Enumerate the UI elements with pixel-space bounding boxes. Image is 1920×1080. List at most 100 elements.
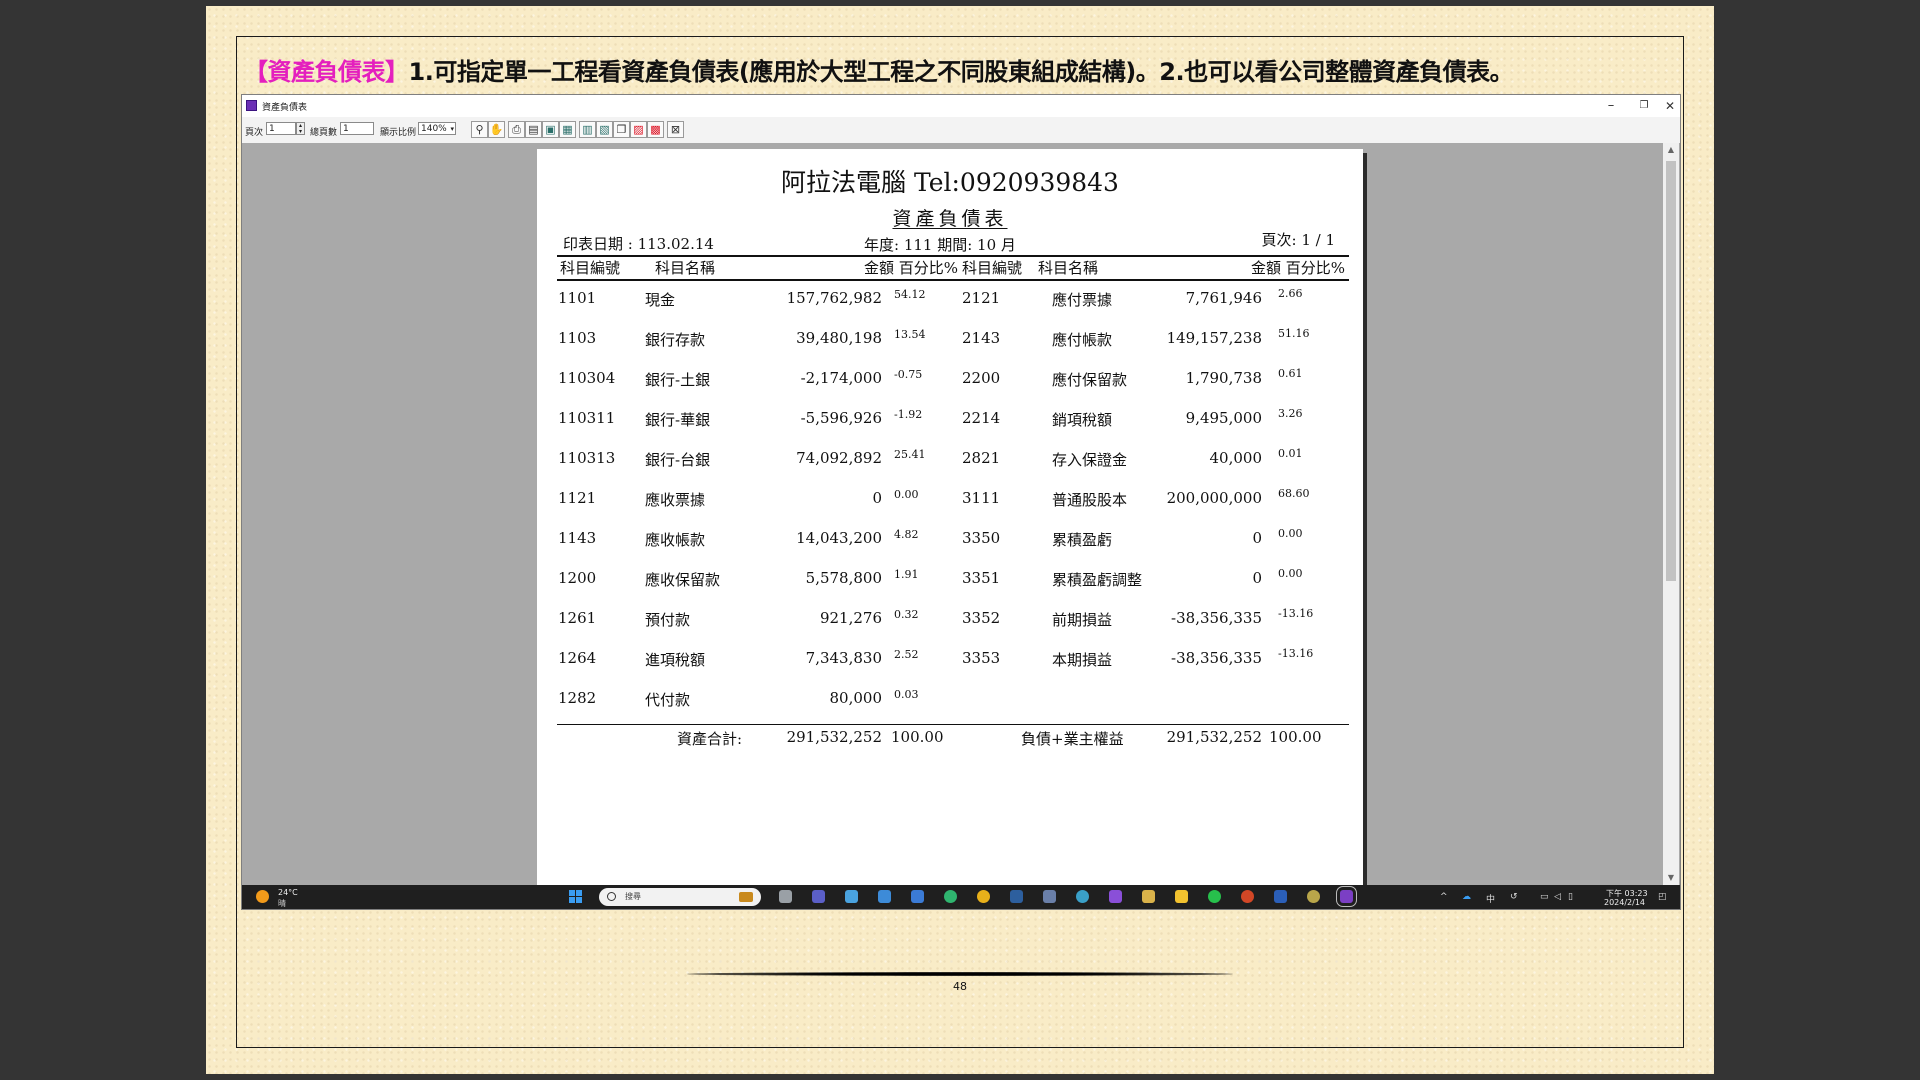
weather-temp[interactable]: 24°C	[278, 888, 298, 897]
tray-chevron-icon[interactable]: ^	[1440, 892, 1448, 902]
visual-studio-icon[interactable]	[1109, 890, 1122, 903]
header-name-left: 科目名稱	[655, 259, 716, 277]
report-page-number: 頁次: 1 / 1	[1261, 231, 1336, 249]
page-input[interactable]: 1	[266, 122, 296, 135]
liability-code: 3353	[962, 649, 1001, 667]
asset-amount: 80,000	[829, 689, 883, 707]
preview-viewport[interactable]: 阿拉法電腦 Tel:0920939843 資產負債表 印表日期 : 113.02…	[242, 143, 1663, 889]
battery-icon[interactable]: ▯	[1568, 892, 1573, 902]
preview-toolbar: 頁次 1 ▴ ▾ 總頁數 1 顯示比例 140% ▾ ⚲ ✋ ⎙ ▤ ▣ ▦ ▥ ▧…	[242, 117, 1680, 143]
taskbar-search[interactable]: 搜尋	[599, 888, 761, 906]
scroll-up-icon[interactable]: ▲	[1663, 143, 1679, 157]
line-icon[interactable]	[1208, 890, 1221, 903]
weather-condition[interactable]: 晴	[278, 898, 286, 909]
notification-icon[interactable]: ◰	[1658, 892, 1667, 902]
zoom-select[interactable]: 140% ▾	[418, 122, 456, 135]
asset-pct: 0.00	[894, 488, 919, 501]
task-view-icon[interactable]	[779, 890, 792, 903]
liability-code: 3111	[962, 489, 1001, 507]
teams-icon[interactable]	[812, 890, 825, 903]
window-title: 資產負債表	[262, 103, 308, 113]
asset-code: 1103	[558, 329, 597, 347]
liability-pct: 68.60	[1278, 487, 1310, 500]
weather-icon[interactable]	[256, 890, 269, 903]
taskbar-date[interactable]: 2024/2/14	[1604, 898, 1645, 907]
pdf-icon[interactable]: ▨	[630, 121, 647, 138]
export-excel-icon[interactable]: ▦	[559, 121, 576, 138]
tools-icon[interactable]	[1142, 890, 1155, 903]
ime-mode-icon[interactable]: ↺	[1510, 892, 1518, 902]
heading-highlight: 【資產負債表】	[244, 58, 409, 86]
asset-name: 銀行存款	[645, 331, 706, 349]
app-blue-icon[interactable]	[1010, 890, 1023, 903]
browser-icon[interactable]	[1076, 890, 1089, 903]
header-code-left: 科目編號	[560, 259, 621, 277]
liability-pct: 0.00	[1278, 567, 1303, 580]
word-icon[interactable]	[1274, 890, 1287, 903]
app-round-icon[interactable]	[1307, 890, 1320, 903]
search-placeholder: 搜尋	[625, 892, 641, 901]
edge-icon[interactable]	[944, 890, 957, 903]
report-app-icon[interactable]	[1336, 886, 1357, 907]
liability-amount: 9,495,000	[1185, 409, 1262, 427]
powerpoint-icon[interactable]	[1241, 890, 1254, 903]
liability-pct: 3.26	[1278, 407, 1303, 420]
total-pages-field: 1	[340, 122, 374, 135]
asset-name: 銀行-台銀	[645, 451, 711, 469]
page-spinner[interactable]: ▴ ▾	[296, 122, 305, 135]
ime-indicator[interactable]: 中	[1486, 892, 1495, 905]
document-icon[interactable]: ▤	[525, 121, 542, 138]
liability-amount: -38,356,335	[1171, 609, 1262, 627]
asset-amount: -2,174,000	[800, 369, 882, 387]
onedrive-icon[interactable]: ☁	[1462, 892, 1471, 902]
zoom-icon[interactable]: ⚲	[471, 121, 488, 138]
close-button[interactable]: ✕	[1660, 95, 1680, 117]
liab-total-amount: 291,532,252	[1166, 728, 1262, 746]
close-preview-icon[interactable]: ⊠	[667, 121, 684, 138]
liability-pct: 0.61	[1278, 367, 1303, 380]
asset-pct: -1.92	[894, 408, 923, 421]
liab-total-label: 負債+業主權益	[1021, 730, 1124, 748]
export-icon[interactable]: ▣	[542, 121, 559, 138]
scroll-down-icon[interactable]: ▼	[1663, 871, 1679, 885]
pdf-export-icon[interactable]: ▩	[647, 121, 664, 138]
explorer-icon[interactable]	[1175, 890, 1188, 903]
export-sheet-icon[interactable]: ▥	[579, 121, 596, 138]
chrome-icon[interactable]	[977, 890, 990, 903]
liability-name: 應付帳款	[1052, 331, 1113, 349]
vertical-scrollbar[interactable]: ▲ ▼	[1663, 143, 1679, 885]
windows-start-icon[interactable]	[569, 890, 583, 904]
export-data-icon[interactable]: ▧	[596, 121, 613, 138]
asset-amount: 74,092,892	[796, 449, 882, 467]
header-amount-right: 金額 百分比%	[1250, 259, 1345, 277]
asset-name: 代付款	[645, 691, 691, 709]
copy-icon[interactable]: ❐	[613, 121, 630, 138]
asset-pct: 4.82	[894, 528, 919, 541]
header-name-right: 科目名稱	[1038, 259, 1099, 277]
mail-icon[interactable]	[1043, 890, 1056, 903]
scroll-thumb[interactable]	[1666, 161, 1676, 581]
liability-amount: 40,000	[1209, 449, 1263, 467]
asset-name: 應收票據	[645, 491, 706, 509]
maximize-button[interactable]: ❐	[1627, 95, 1661, 117]
asset-pct: 0.32	[894, 608, 919, 621]
hand-icon[interactable]: ✋	[488, 121, 505, 138]
store-icon[interactable]	[911, 890, 924, 903]
print-icon[interactable]: ⎙	[508, 121, 525, 138]
asset-name: 銀行-華銀	[645, 411, 711, 429]
asset-amount: -5,596,926	[800, 409, 882, 427]
liability-name: 普通股股本	[1052, 491, 1128, 509]
photos-icon[interactable]	[878, 890, 891, 903]
minimize-button[interactable]: –	[1594, 95, 1628, 117]
slide-heading: 【資產負債表】1.可指定單一工程看資產負債表(應用於大型工程之不同股東組成結構)…	[244, 52, 1664, 87]
taskbar: 24°C 晴 搜尋 ^ ☁ 中 ↺ ▭ ◁ ▯ 下午 03:23 2024/2/…	[242, 885, 1680, 909]
report-print-date: 印表日期 : 113.02.14	[563, 235, 714, 253]
notepad-icon[interactable]	[845, 890, 858, 903]
liability-code: 3352	[962, 609, 1001, 627]
assets-total-pct: 100.00	[891, 728, 944, 746]
network-icon[interactable]: ▭	[1540, 892, 1549, 902]
asset-amount: 14,043,200	[796, 529, 882, 547]
asset-pct: -0.75	[894, 368, 923, 381]
liability-amount: 7,761,946	[1185, 289, 1262, 307]
volume-icon[interactable]: ◁	[1554, 892, 1561, 902]
